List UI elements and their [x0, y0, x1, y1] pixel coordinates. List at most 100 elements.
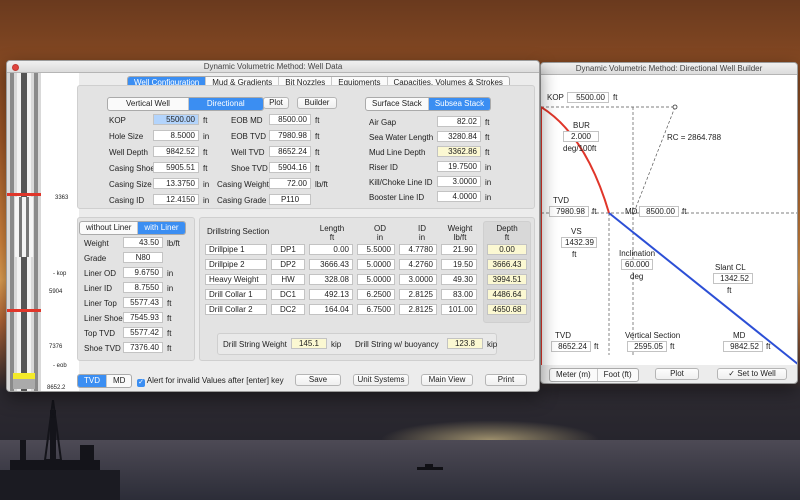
unit-systems-button[interactable]: Unit Systems: [353, 374, 409, 386]
row-weight[interactable]: 83.00: [441, 289, 477, 300]
kop-field-input[interactable]: 5500.00: [153, 114, 199, 125]
row-name[interactable]: Drill Collar 2: [205, 304, 267, 315]
bottom-md-unit: ft: [766, 342, 771, 351]
depth-shoe-label: 5904: [49, 289, 63, 295]
booster-line-input[interactable]: 4.0000: [437, 191, 481, 202]
builder-plot-button[interactable]: Plot: [655, 368, 699, 380]
tvd-option[interactable]: TVD: [78, 375, 107, 387]
row-length[interactable]: 328.08: [309, 274, 353, 285]
row-id[interactable]: 2.8125: [399, 304, 437, 315]
vertical-section-value: 2595.05: [627, 341, 667, 352]
row-code[interactable]: DC1: [271, 289, 305, 300]
row-id[interactable]: 3.0000: [399, 274, 437, 285]
liner-shoe-input[interactable]: 7545.93: [123, 312, 163, 323]
mud-line-depth-unit: ft: [485, 148, 490, 157]
meter-option[interactable]: Meter (m): [550, 369, 598, 381]
bottom-tvd-label: TVD: [555, 331, 571, 340]
depth-header: Depth ft: [496, 224, 518, 242]
air-gap-input[interactable]: 82.02: [437, 116, 481, 127]
sea-water-length-input[interactable]: 3280.84: [437, 131, 481, 142]
row-length[interactable]: 3666.43: [309, 259, 353, 270]
eob-md-input[interactable]: 8500.00: [269, 114, 311, 125]
tvd-unit: ft: [592, 207, 597, 216]
riser-id-unit: in: [485, 163, 492, 172]
row-od[interactable]: 6.2500: [357, 289, 395, 300]
liner-shoe-tvd-value: 7376.40: [123, 342, 163, 353]
liner-weight-input[interactable]: 43.50: [123, 237, 163, 248]
bur-label: BUR: [573, 121, 590, 130]
row-code[interactable]: DC2: [271, 304, 305, 315]
shoe-tvd-value: 5904.16: [269, 162, 311, 173]
row-length[interactable]: 0.00: [309, 244, 353, 255]
casing-size-input[interactable]: 13.3750: [153, 178, 199, 189]
id-header: ID in: [418, 224, 426, 242]
eob-tvd-value: 7980.98: [269, 130, 311, 141]
casing-id-input[interactable]: 12.4150: [153, 194, 199, 205]
kop-label: KOP: [547, 93, 564, 102]
row-weight[interactable]: 19.50: [441, 259, 477, 270]
builder-button[interactable]: Builder: [297, 97, 337, 109]
row-code[interactable]: DP2: [271, 259, 305, 270]
row-depth: 4486.64: [487, 289, 527, 300]
without-liner-option[interactable]: without Liner: [80, 222, 139, 234]
alert-checkbox[interactable]: ✓ Alert for invalid Values after [enter]…: [137, 376, 284, 387]
riser-id-input[interactable]: 19.7500: [437, 161, 481, 172]
save-button[interactable]: Save: [295, 374, 341, 386]
casing-shoe-input[interactable]: 5905.51: [153, 162, 199, 173]
subsea-stack-option[interactable]: Subsea Stack: [428, 98, 491, 110]
liner-weight-label: Weight: [84, 239, 109, 248]
vertical-well-option[interactable]: Vertical Well: [108, 98, 189, 110]
kop-input[interactable]: 5500.00: [567, 92, 609, 103]
row-weight[interactable]: 101.00: [441, 304, 477, 315]
plot-button[interactable]: Plot: [263, 97, 289, 109]
hole-size-input[interactable]: 8.5000: [153, 130, 199, 141]
row-code[interactable]: DP1: [271, 244, 305, 255]
row-od[interactable]: 5.0000: [357, 274, 395, 285]
liner-id-unit: in: [167, 284, 174, 293]
with-liner-option[interactable]: with Liner: [138, 222, 185, 234]
radius-line: [632, 106, 676, 216]
booster-line-label: Booster Line ID: [369, 193, 425, 202]
well-depth-input[interactable]: 9842.52: [153, 146, 199, 157]
row-code[interactable]: HW: [271, 274, 305, 285]
row-name[interactable]: Drill Collar 1: [205, 289, 267, 300]
row-name[interactable]: Drillpipe 1: [205, 244, 267, 255]
close-window-icon[interactable]: [12, 64, 19, 71]
surface-stack-option[interactable]: Surface Stack: [366, 98, 429, 110]
main-view-button[interactable]: Main View: [421, 374, 473, 386]
row-id[interactable]: 2.8125: [399, 289, 437, 300]
liner-weight-unit: lb/ft: [167, 239, 180, 248]
row-depth: 0.00: [487, 244, 527, 255]
liner-grade-input[interactable]: N80: [123, 252, 163, 263]
row-od[interactable]: 5.0000: [357, 259, 395, 270]
row-weight[interactable]: 49.30: [441, 274, 477, 285]
bur-input[interactable]: 2.000: [563, 131, 599, 142]
eob-tvd-unit: ft: [315, 132, 320, 141]
row-length[interactable]: 164.04: [309, 304, 353, 315]
casing-grade-input[interactable]: P110: [269, 194, 311, 205]
casing-weight-input[interactable]: 72.00: [269, 178, 311, 189]
od-header: OD in: [374, 224, 386, 242]
set-to-well-label: Set to Well: [737, 369, 776, 378]
row-od[interactable]: 5.5000: [357, 244, 395, 255]
row-weight[interactable]: 21.90: [441, 244, 477, 255]
row-name[interactable]: Drillpipe 2: [205, 259, 267, 270]
set-to-well-button[interactable]: ✓ Set to Well: [717, 368, 787, 380]
foot-option[interactable]: Foot (ft): [598, 369, 638, 381]
row-length[interactable]: 492.13: [309, 289, 353, 300]
print-button[interactable]: Print: [485, 374, 527, 386]
row-id[interactable]: 4.7780: [399, 244, 437, 255]
kill-choke-input[interactable]: 3.0000: [437, 176, 481, 187]
check-icon: ✓: [728, 369, 738, 378]
liner-od-input[interactable]: 9.6750: [123, 267, 163, 278]
well-depth-label: Well Depth: [109, 148, 148, 157]
bottom-md-label: MD: [733, 331, 746, 340]
directional-option[interactable]: Directional: [188, 98, 263, 110]
row-name[interactable]: Heavy Weight: [205, 274, 267, 285]
md-input[interactable]: 8500.00: [639, 206, 679, 217]
row-id[interactable]: 4.2760: [399, 259, 437, 270]
liner-id-input[interactable]: 8.7550: [123, 282, 163, 293]
md-option[interactable]: MD: [107, 375, 131, 387]
liner-top-input[interactable]: 5577.43: [123, 297, 163, 308]
row-od[interactable]: 6.7500: [357, 304, 395, 315]
